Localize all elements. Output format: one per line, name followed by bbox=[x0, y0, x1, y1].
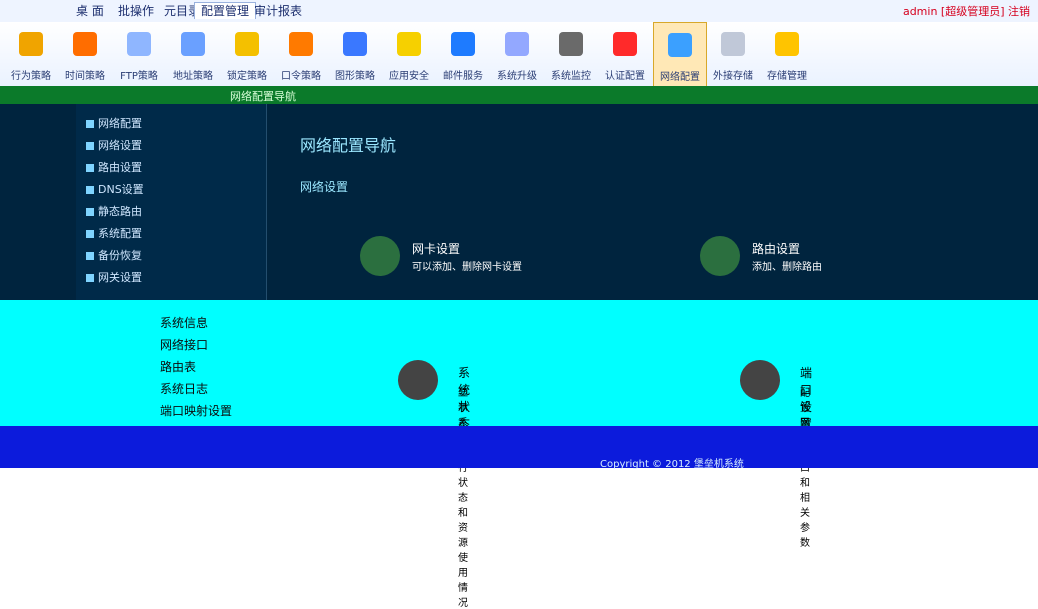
page-title: 网络配置导航 bbox=[300, 136, 397, 155]
card-nic[interactable]: 网卡设置 可以添加、删除网卡设置 bbox=[360, 236, 660, 286]
card-desc: 可以添加、删除网卡设置 bbox=[412, 262, 522, 273]
user-info[interactable]: admin [超级管理员] 注销 bbox=[903, 3, 1030, 19]
tool-network[interactable]: 网络配置 bbox=[653, 22, 707, 88]
sidebar-item-static-route[interactable]: 静态路由 bbox=[86, 204, 142, 220]
section-subtitle: 网络设置 bbox=[300, 180, 349, 194]
sidebar-item-system[interactable]: 系统配置 bbox=[86, 226, 142, 242]
bullet-icon bbox=[86, 186, 94, 194]
menu-batch[interactable]: 批操作 bbox=[112, 3, 160, 19]
monitor-icon bbox=[559, 32, 583, 56]
tool-app-security[interactable]: 应用安全 bbox=[383, 22, 435, 86]
block-desc: 显示系统运行状态和资源使用情况 bbox=[458, 388, 468, 609]
tool-graphic[interactable]: 图形策略 bbox=[329, 22, 381, 86]
bullet-icon bbox=[86, 230, 94, 238]
top-menu-bar: 桌 面 批操作 元目录 配置管理 审计报表 admin [超级管理员] 注销 bbox=[0, 0, 1038, 22]
list-item[interactable]: 系统日志 bbox=[160, 378, 232, 400]
card-title: 路由设置 bbox=[752, 242, 801, 256]
key-icon bbox=[289, 32, 313, 56]
card-route[interactable]: 路由设置 添加、删除路由 bbox=[700, 236, 1000, 286]
list-item[interactable]: 端口映射设置 bbox=[160, 400, 232, 422]
bullet-icon bbox=[86, 142, 94, 150]
tool-lock[interactable]: 锁定策略 bbox=[221, 22, 273, 86]
storage-icon bbox=[721, 32, 745, 56]
network-icon bbox=[668, 33, 692, 57]
cyan-list: 系统信息 网络接口 路由表 系统日志 端口映射设置 bbox=[160, 312, 232, 422]
auth-icon bbox=[613, 32, 637, 56]
menu-desktop[interactable]: 桌 面 bbox=[70, 3, 110, 19]
green-header: 网络配置导航 bbox=[0, 86, 1038, 104]
card-desc: 添加、删除路由 bbox=[752, 262, 822, 273]
graphic-icon bbox=[343, 32, 367, 56]
list-item[interactable]: 网络接口 bbox=[160, 334, 232, 356]
tool-monitor[interactable]: 系统监控 bbox=[545, 22, 597, 86]
sidebar-item-network-setting[interactable]: 网络设置 bbox=[86, 138, 142, 154]
menu-audit-report[interactable]: 审计报表 bbox=[248, 3, 308, 19]
tool-time[interactable]: 时间策略 bbox=[59, 22, 111, 86]
bullet-icon bbox=[86, 252, 94, 260]
main-toolbar: 行为策略 时间策略 FTP策略 地址策略 锁定策略 口令策略 图形策略 应用安全… bbox=[0, 22, 1038, 88]
list-item[interactable]: 路由表 bbox=[160, 356, 232, 378]
sidebar-item-gateway[interactable]: 网关设置 bbox=[86, 270, 142, 286]
tool-address[interactable]: 地址策略 bbox=[167, 22, 219, 86]
port-icon bbox=[740, 360, 780, 400]
bullet-icon bbox=[86, 274, 94, 282]
tool-behavior[interactable]: 行为策略 bbox=[5, 22, 57, 86]
list-item[interactable]: 系统信息 bbox=[160, 312, 232, 334]
storage-manage-icon bbox=[775, 32, 799, 56]
sidebar-item-network[interactable]: 网络配置 bbox=[86, 116, 142, 132]
card-title: 网卡设置 bbox=[412, 242, 461, 256]
tool-mail[interactable]: 邮件服务 bbox=[437, 22, 489, 86]
sidebar-item-backup[interactable]: 备份恢复 bbox=[86, 248, 142, 264]
menu-config[interactable]: 配置管理 bbox=[194, 2, 257, 19]
sidebar-item-route[interactable]: 路由设置 bbox=[86, 160, 142, 176]
ftp-icon bbox=[127, 32, 151, 56]
behavior-icon bbox=[19, 32, 43, 56]
bullet-icon bbox=[86, 208, 94, 216]
tool-external-storage[interactable]: 外接存储 bbox=[707, 22, 759, 86]
tool-password[interactable]: 口令策略 bbox=[275, 22, 327, 86]
bullet-icon bbox=[86, 164, 94, 172]
address-icon bbox=[181, 32, 205, 56]
tool-upgrade[interactable]: 系统升级 bbox=[491, 22, 543, 86]
app-security-icon bbox=[397, 32, 421, 56]
footer-bar bbox=[0, 426, 1038, 468]
lock-icon bbox=[235, 32, 259, 56]
globe-icon bbox=[360, 236, 400, 276]
clock-icon bbox=[73, 32, 97, 56]
tool-auth[interactable]: 认证配置 bbox=[599, 22, 651, 86]
bullet-icon bbox=[86, 120, 94, 128]
status-icon bbox=[398, 360, 438, 400]
tool-storage-manage[interactable]: 存储管理 bbox=[761, 22, 813, 86]
cyan-panel bbox=[0, 300, 1038, 426]
upgrade-icon bbox=[505, 32, 529, 56]
globe-icon bbox=[700, 236, 740, 276]
tool-ftp[interactable]: FTP策略 bbox=[113, 22, 165, 86]
sidebar-item-dns[interactable]: DNS设置 bbox=[86, 182, 144, 198]
mail-icon bbox=[451, 32, 475, 56]
green-header-title: 网络配置导航 bbox=[230, 90, 296, 103]
